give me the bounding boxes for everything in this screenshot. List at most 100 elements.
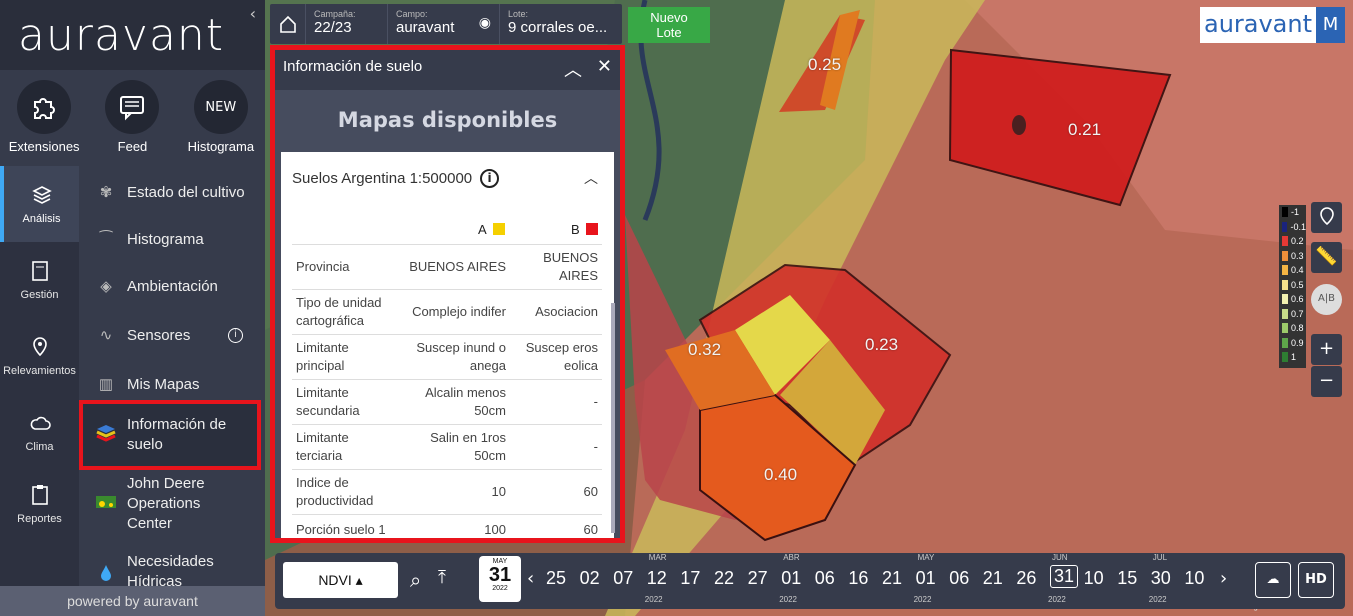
subnav-histograma[interactable]: ⁀ Histograma <box>79 225 265 253</box>
nav-reportes[interactable]: Reportes <box>0 466 79 542</box>
legend-entry: 0.8 <box>1279 321 1306 336</box>
lote-selector[interactable]: Lote: 9 corrales oe... <box>500 4 622 44</box>
legend-swatch <box>1282 207 1288 218</box>
soil-info-panel: Información de suelo ︿ ✕ Mapas disponibl… <box>270 45 625 543</box>
date-item[interactable]: 15 <box>1117 568 1137 589</box>
zoom-in-button[interactable]: + <box>1311 334 1342 365</box>
campo-label: Campo: <box>396 9 428 19</box>
report-icon <box>29 484 51 506</box>
date-item[interactable]: 10 <box>1084 568 1104 589</box>
upload-icon[interactable]: ⤒ <box>438 567 446 588</box>
date-item[interactable]: 12 <box>647 568 667 589</box>
date-item[interactable]: 06 <box>949 568 969 589</box>
hd-button[interactable]: HD <box>1298 562 1334 598</box>
month-label: JUL <box>1152 553 1168 562</box>
row-value-b: BUENOS AIRES <box>510 244 602 290</box>
legend-value: -1 <box>1291 207 1300 218</box>
subnav-label: Sensores <box>127 326 191 344</box>
logo-area: auravant ‹ <box>0 0 265 70</box>
extensiones-button[interactable]: Extensiones <box>0 80 88 166</box>
collapse-sidebar-button[interactable]: ‹ <box>250 4 256 23</box>
legend-value: 0.6 <box>1291 294 1304 305</box>
subnav-sensores[interactable]: ∿ Sensores i <box>79 321 265 349</box>
nuevo-lote-button[interactable]: Nuevo Lote <box>628 7 710 43</box>
subnav-ambientacion[interactable]: ◈ Ambientación <box>79 272 265 300</box>
legend-entry: 0.3 <box>1279 249 1306 264</box>
search-icon[interactable]: ⌕ <box>410 568 421 592</box>
date-item[interactable]: 22 <box>714 568 734 589</box>
feed-button[interactable]: Feed <box>88 80 176 166</box>
subnav-estado-cultivo[interactable]: ✾ Estado del cultivo <box>79 178 265 206</box>
date-item[interactable]: 17 <box>680 568 700 589</box>
date-item[interactable]: 21 <box>983 568 1003 589</box>
home-button[interactable] <box>270 4 306 44</box>
cloud-filter-button[interactable]: ☁ <box>1255 562 1291 598</box>
row-value-b: Asociacion <box>510 289 602 335</box>
date-item[interactable]: 07 <box>613 568 633 589</box>
row-value-a: Suscep inund o anega <box>400 334 510 380</box>
nav-clima[interactable]: Clima <box>0 394 79 470</box>
location-button[interactable] <box>1311 202 1342 233</box>
legend-value: 0.2 <box>1291 236 1304 247</box>
lote-value: 9 corrales oe... <box>508 19 608 36</box>
row-value-b: 60 <box>510 514 602 538</box>
date-item[interactable]: 01 <box>781 568 801 589</box>
date-item[interactable]: 27 <box>748 568 768 589</box>
campana-label: Campaña: <box>314 9 356 19</box>
index-selector[interactable]: NDVI ▴ <box>283 562 398 598</box>
date-item[interactable]: 31 <box>1050 565 1079 588</box>
legend-entry: 0.2 <box>1279 234 1306 249</box>
subnav-john-deere[interactable]: John Deere Operations Center <box>79 472 265 536</box>
nav-gestion[interactable]: Gestión <box>0 242 79 318</box>
soil-layers-icon <box>95 424 117 446</box>
date-item[interactable]: 10 <box>1184 568 1204 589</box>
close-icon[interactable]: ✕ <box>597 56 612 77</box>
compare-ab-button[interactable]: A|B <box>1311 284 1342 315</box>
zoom-out-button[interactable]: − <box>1311 366 1342 397</box>
eye-icon[interactable]: ◉ <box>479 15 491 31</box>
date-item[interactable]: 01 <box>916 568 936 589</box>
column-b-label: B <box>571 222 580 237</box>
nav-analisis[interactable]: Análisis <box>0 166 79 242</box>
measure-button[interactable]: 📏 <box>1311 242 1342 273</box>
date-item[interactable]: 16 <box>848 568 868 589</box>
row-key: Tipo de unidad cartográfica <box>292 289 400 335</box>
subnav-mis-mapas[interactable]: ▥ Mis Mapas <box>79 370 265 398</box>
chevron-left-icon[interactable]: ‹ <box>527 568 534 589</box>
layers-icon <box>31 184 53 206</box>
campo-selector[interactable]: Campo: auravant ◉ <box>388 4 500 44</box>
campana-selector[interactable]: Campaña: 22/23 <box>306 4 388 44</box>
info-icon[interactable]: i <box>228 327 243 343</box>
current-date[interactable]: MAY 31 2022 <box>479 556 521 602</box>
date-item[interactable]: 25 <box>546 568 566 589</box>
new-badge: NEW <box>193 80 248 134</box>
map-icon: ▥ <box>98 376 114 393</box>
date-item[interactable]: 21 <box>882 568 902 589</box>
date-item[interactable]: 06 <box>815 568 835 589</box>
panel-scrollbar[interactable] <box>611 303 615 533</box>
nav-relevamientos[interactable]: Relevamientos <box>0 318 79 394</box>
chevron-up-icon[interactable]: ︿ <box>584 168 598 188</box>
date-item[interactable]: 02 <box>580 568 600 589</box>
ab-compare-icon: A|B <box>1317 293 1336 304</box>
info-icon[interactable]: i <box>480 169 499 188</box>
histograma-label: Histograma <box>187 139 255 154</box>
top-shortcuts: Extensiones Feed NEW Histograma <box>0 70 265 166</box>
ruler-icon: 📏 <box>1315 246 1338 267</box>
chevron-right-icon[interactable]: › <box>1220 568 1227 589</box>
chevron-up-icon[interactable]: ︿ <box>564 56 582 82</box>
month-label: MAY <box>917 553 935 562</box>
nav-clima-label: Clima <box>25 440 54 453</box>
date-item[interactable]: 30 <box>1151 568 1171 589</box>
legend-value: 0.9 <box>1291 337 1304 348</box>
date-item[interactable]: 26 <box>1016 568 1036 589</box>
table-row: Tipo de unidad cartográfica Complejo indi… <box>292 289 602 335</box>
row-value-a: Salin en 1ros 50cm <box>400 424 510 470</box>
subnav-informacion-suelo[interactable]: Información de suelo <box>79 400 261 470</box>
legend-entry: 0.4 <box>1279 263 1306 278</box>
legend-value: -0.1 <box>1290 221 1306 232</box>
histograma-new-button[interactable]: NEW Histograma <box>177 80 265 166</box>
legend-value: 1 <box>1291 352 1297 363</box>
legend-swatch <box>1282 221 1288 232</box>
user-avatar[interactable]: M <box>1316 7 1345 43</box>
